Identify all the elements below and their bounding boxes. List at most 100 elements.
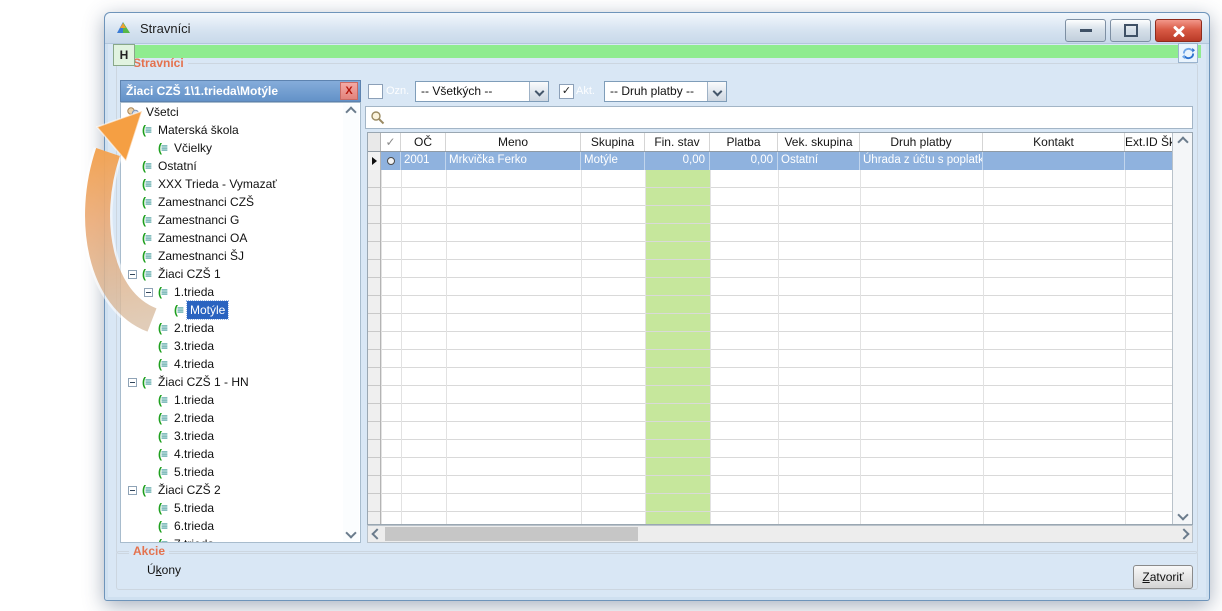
category-icon bbox=[158, 520, 168, 532]
tree-item[interactable]: Materská škola bbox=[121, 121, 360, 139]
tree-item[interactable]: Žiaci CZŠ 1 bbox=[121, 265, 360, 283]
cell-kontakt bbox=[983, 152, 1125, 170]
horizontal-scroll-thumb[interactable] bbox=[385, 527, 638, 541]
collapse-icon[interactable] bbox=[144, 288, 153, 297]
category-icon bbox=[158, 448, 168, 460]
maximize-button[interactable] bbox=[1110, 19, 1151, 42]
column-header-vek-skupina[interactable]: Vek. skupina bbox=[778, 133, 860, 151]
tree-item[interactable]: Zamestnanci ŠJ bbox=[121, 247, 360, 265]
ozn-checkbox[interactable] bbox=[368, 84, 383, 99]
tree-item[interactable]: Žiaci CZŠ 1 - HN bbox=[121, 373, 360, 391]
search-input[interactable] bbox=[388, 108, 1192, 128]
tree-item[interactable]: 5.trieda bbox=[121, 463, 360, 481]
title-bar[interactable]: Stravníci bbox=[105, 13, 1209, 44]
window-title: Stravníci bbox=[140, 21, 191, 36]
tree-item[interactable]: Zamestnanci G bbox=[121, 211, 360, 229]
tree-item[interactable]: 2.trieda bbox=[121, 409, 360, 427]
table-vertical-scrollbar[interactable] bbox=[1172, 133, 1192, 524]
cell-vek-skupina: Ostatní bbox=[778, 152, 860, 170]
cell-fin-stav: 0,00 bbox=[645, 152, 710, 170]
tree-item[interactable]: Zamestnanci CZŠ bbox=[121, 193, 360, 211]
category-icon bbox=[158, 322, 168, 334]
breadcrumb: Žiaci CZŠ 1\1.trieda\Motýle bbox=[121, 84, 340, 98]
category-icon bbox=[142, 196, 152, 208]
collapse-icon[interactable] bbox=[128, 486, 137, 495]
category-icon bbox=[158, 466, 168, 478]
right-triangle-icon bbox=[372, 157, 377, 165]
column-header-check[interactable]: ✓ bbox=[381, 133, 401, 151]
refresh-icon bbox=[1182, 47, 1195, 60]
category-icon bbox=[142, 250, 152, 262]
table-row-selected[interactable]: 2001 Mrkvička Ferko Motýle 0,00 0,00 Ost… bbox=[368, 152, 1174, 170]
tree-item[interactable]: 7.trieda bbox=[121, 535, 360, 543]
zatvorit-button[interactable]: Zatvoriť bbox=[1133, 565, 1193, 589]
scroll-down-icon[interactable] bbox=[343, 525, 359, 541]
column-header-skupina[interactable]: Skupina bbox=[581, 133, 645, 151]
column-header-platba[interactable]: Platba bbox=[710, 133, 778, 151]
circle-icon bbox=[387, 157, 395, 165]
group-people-icon bbox=[126, 106, 140, 119]
tree-item[interactable]: Žiaci CZŠ 2 bbox=[121, 481, 360, 499]
tree-scrollbar[interactable] bbox=[343, 104, 359, 541]
tree-item[interactable]: 1.trieda bbox=[121, 283, 360, 301]
app-icon bbox=[115, 20, 132, 36]
category-icon bbox=[158, 394, 168, 406]
checkmark-icon: ✓ bbox=[562, 85, 571, 97]
tree-item-selected[interactable]: Motýle bbox=[121, 301, 360, 319]
scroll-up-icon[interactable] bbox=[343, 104, 359, 120]
column-header-ext-id[interactable]: Ext.ID Šk bbox=[1125, 133, 1174, 151]
akt-label: Akt. bbox=[576, 85, 595, 97]
column-header-druh-platby[interactable]: Druh platby bbox=[860, 133, 983, 151]
chevron-down-icon[interactable] bbox=[529, 82, 548, 101]
category-icon bbox=[142, 268, 152, 280]
scroll-down-icon[interactable] bbox=[1173, 507, 1192, 523]
gutter-header bbox=[368, 133, 381, 151]
table-horizontal-scrollbar[interactable] bbox=[367, 525, 1193, 543]
diners-table: ✓ OČ Meno Skupina Fin. stav Platba Vek. … bbox=[367, 132, 1193, 525]
chevron-down-icon[interactable] bbox=[707, 82, 726, 101]
search-bar bbox=[365, 106, 1193, 129]
tree-item[interactable]: Včielky bbox=[121, 139, 360, 157]
scroll-right-icon[interactable] bbox=[1175, 526, 1192, 542]
minimize-button[interactable] bbox=[1065, 19, 1106, 42]
tree-item[interactable]: 3.trieda bbox=[121, 427, 360, 445]
tree-item[interactable]: 3.trieda bbox=[121, 337, 360, 355]
category-icon bbox=[142, 160, 152, 172]
clear-selection-button[interactable]: X bbox=[340, 82, 358, 100]
ozn-label: Ozn. bbox=[386, 85, 409, 97]
category-icon bbox=[158, 538, 168, 543]
tree-item[interactable]: Ostatní bbox=[121, 157, 360, 175]
collapse-icon[interactable] bbox=[128, 378, 137, 387]
tree-item[interactable]: 4.trieda bbox=[121, 355, 360, 373]
h-tab-button[interactable]: H bbox=[113, 44, 135, 66]
tree-item[interactable]: 1.trieda bbox=[121, 391, 360, 409]
minimize-icon bbox=[1080, 29, 1092, 32]
category-icon bbox=[158, 430, 168, 442]
category-icon bbox=[174, 304, 184, 316]
column-header-meno[interactable]: Meno bbox=[446, 133, 581, 151]
column-header-oc[interactable]: OČ bbox=[401, 133, 446, 151]
tree-item[interactable]: 6.trieda bbox=[121, 517, 360, 535]
collapse-icon[interactable] bbox=[128, 270, 137, 279]
scroll-up-icon[interactable] bbox=[1173, 134, 1192, 150]
search-icon bbox=[370, 110, 385, 125]
category-icon bbox=[142, 124, 152, 136]
category-icon bbox=[142, 178, 152, 190]
cell-platba: 0,00 bbox=[710, 152, 778, 170]
close-window-button[interactable] bbox=[1155, 19, 1202, 42]
column-header-fin-stav[interactable]: Fin. stav bbox=[645, 133, 710, 151]
druh-platby-dropdown[interactable]: -- Druh platby -- bbox=[604, 81, 727, 102]
tree-item[interactable]: 4.trieda bbox=[121, 445, 360, 463]
tree-item[interactable]: Zamestnanci OA bbox=[121, 229, 360, 247]
cell-check[interactable] bbox=[381, 152, 401, 170]
tree-item[interactable]: 5.trieda bbox=[121, 499, 360, 517]
scroll-left-icon[interactable] bbox=[368, 526, 385, 542]
tree-item[interactable]: XXX Trieda - Vymazať bbox=[121, 175, 360, 193]
column-header-kontakt[interactable]: Kontakt bbox=[983, 133, 1125, 151]
refresh-button[interactable] bbox=[1178, 43, 1198, 63]
ozn-dropdown[interactable]: -- Všetkých -- bbox=[415, 81, 549, 102]
ukony-menu[interactable]: Úkony bbox=[147, 563, 181, 577]
tree-item[interactable]: 2.trieda bbox=[121, 319, 360, 337]
akt-checkbox[interactable]: ✓ bbox=[559, 84, 574, 99]
tree-item-vsetci[interactable]: Všetci bbox=[121, 103, 360, 121]
